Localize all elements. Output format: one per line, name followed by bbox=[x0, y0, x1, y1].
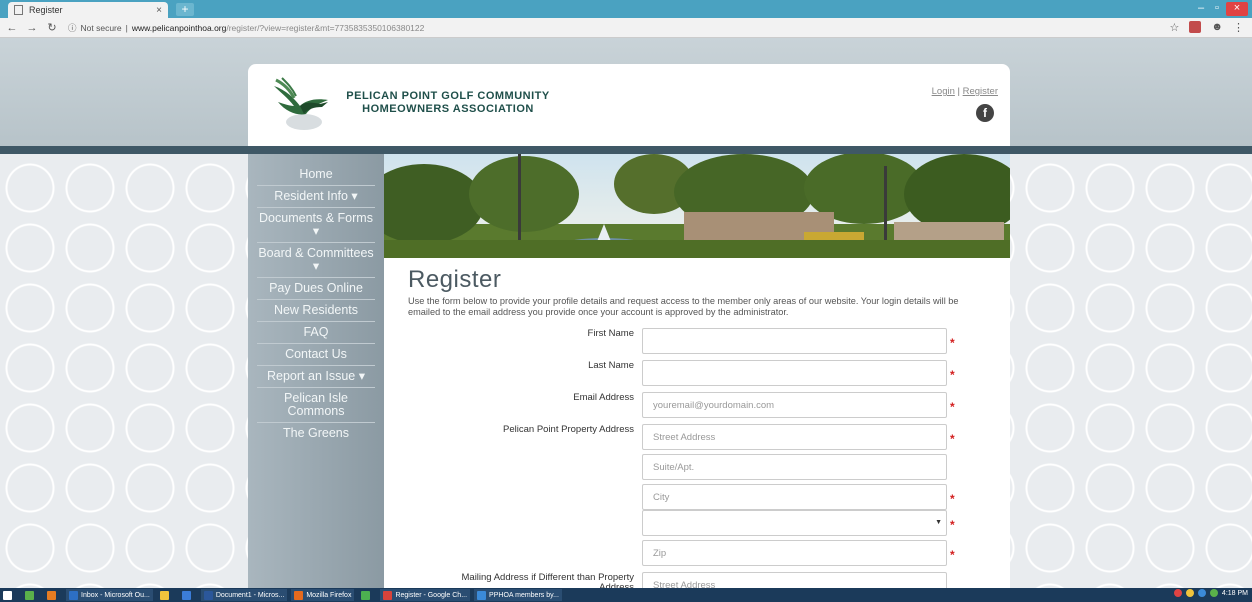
dropdown-caret-icon: ▼ bbox=[935, 519, 942, 526]
first-name-label: First Name bbox=[587, 328, 634, 339]
sidebar-item-documents-forms[interactable]: Documents & Forms ▾ bbox=[257, 208, 375, 243]
tray-icon[interactable] bbox=[1197, 589, 1206, 597]
page-icon bbox=[14, 5, 23, 15]
required-mark: * bbox=[950, 492, 955, 506]
reload-icon[interactable]: ↻ bbox=[44, 21, 60, 34]
bookmark-star-icon[interactable]: ☆ bbox=[1170, 21, 1180, 34]
required-mark: * bbox=[950, 432, 955, 446]
menu-icon[interactable]: ⋮ bbox=[1233, 21, 1244, 34]
required-mark: * bbox=[950, 400, 955, 414]
city-field[interactable] bbox=[642, 484, 947, 510]
sidebar-item-report-issue[interactable]: Report an Issue ▾ bbox=[257, 366, 375, 388]
last-name-label: Last Name bbox=[588, 360, 634, 371]
clock[interactable]: 4:18 PM bbox=[1222, 590, 1248, 597]
minimize-button[interactable]: – bbox=[1194, 2, 1208, 16]
state-row: ▼ * bbox=[384, 510, 1010, 536]
forward-arrow-icon[interactable]: → bbox=[24, 22, 40, 34]
sidebar-item-new-residents[interactable]: New Residents bbox=[257, 300, 375, 322]
taskbar-outlook[interactable]: Inbox - Microsoft Ou... bbox=[66, 589, 153, 601]
maximize-button[interactable]: ▫ bbox=[1210, 2, 1224, 16]
extension-icon[interactable] bbox=[1189, 21, 1202, 33]
sidebar-item-home[interactable]: Home bbox=[257, 164, 375, 186]
sidebar-item-contact-us[interactable]: Contact Us bbox=[257, 344, 375, 366]
last-name-field[interactable] bbox=[642, 360, 947, 386]
required-mark: * bbox=[950, 336, 955, 350]
browser-tab[interactable]: Register × bbox=[8, 2, 168, 18]
page-title: Register bbox=[408, 266, 502, 293]
intro-text: Use the form below to provide your profi… bbox=[408, 296, 959, 317]
taskbar-chrome-register[interactable]: Register - Google Ch... bbox=[380, 589, 471, 601]
sidebar-item-resident-info[interactable]: Resident Info ▾ bbox=[257, 186, 375, 208]
required-mark: * bbox=[950, 368, 955, 382]
property-street-row: Pelican Point Property Address * bbox=[384, 424, 1010, 450]
zip-field[interactable] bbox=[642, 540, 947, 566]
file-explorer-icon[interactable] bbox=[157, 589, 175, 601]
register-link[interactable]: Register bbox=[963, 86, 998, 97]
sidebar-nav: Home Resident Info ▾ Documents & Forms ▾… bbox=[248, 154, 384, 588]
header-divider bbox=[0, 146, 1252, 154]
tray-icon[interactable] bbox=[1185, 589, 1194, 597]
auth-links: Login | Register bbox=[931, 86, 998, 97]
main-content: Register Use the form below to provide y… bbox=[384, 154, 1010, 588]
state-select[interactable]: ▼ bbox=[642, 510, 947, 536]
url-domain: www.pelicanpointhoa.org bbox=[131, 22, 227, 33]
profile-icon[interactable]: ☻ bbox=[1211, 21, 1223, 34]
security-label: Not secure bbox=[80, 22, 122, 33]
facebook-icon[interactable]: f bbox=[976, 104, 994, 122]
taskview-icon[interactable] bbox=[44, 589, 62, 601]
cortana-icon[interactable] bbox=[22, 589, 40, 601]
close-window-button[interactable]: × bbox=[1226, 2, 1248, 16]
suite-apt-field[interactable] bbox=[642, 454, 947, 480]
url-path: /register/?view=register&mt=773583535010… bbox=[226, 22, 425, 33]
tab-title: Register bbox=[29, 5, 63, 15]
app-icon[interactable] bbox=[179, 589, 197, 601]
property-address-label: Pelican Point Property Address bbox=[503, 424, 634, 435]
email-row: Email Address * bbox=[384, 392, 1010, 418]
sidebar-item-faq[interactable]: FAQ bbox=[257, 322, 375, 344]
pelican-logo[interactable] bbox=[270, 76, 332, 132]
property-street-field[interactable] bbox=[642, 424, 947, 450]
community-banner-image bbox=[384, 154, 1010, 258]
tab-close-icon[interactable]: × bbox=[156, 5, 162, 16]
sidebar-item-board-committees[interactable]: Board & Committees ▾ bbox=[257, 243, 375, 278]
system-tray: 4:18 PM bbox=[1173, 589, 1248, 597]
site-name[interactable]: PELICAN POINT GOLF COMMUNITY HOMEOWNERS … bbox=[338, 90, 558, 116]
last-name-row: Last Name * bbox=[384, 360, 1010, 386]
address-bar[interactable]: ⓘ Not secure | www.pelicanpointhoa.org /… bbox=[68, 20, 1188, 36]
browser-titlebar: Register × + – ▫ × bbox=[0, 0, 1252, 18]
email-field[interactable] bbox=[642, 392, 947, 418]
email-label: Email Address bbox=[573, 392, 634, 403]
taskbar-firefox[interactable]: Mozilla Firefox bbox=[291, 589, 355, 601]
info-icon[interactable]: ⓘ bbox=[68, 22, 77, 34]
browser-toolbar: ← → ↻ ⓘ Not secure | www.pelicanpointhoa… bbox=[0, 18, 1252, 38]
first-name-field[interactable] bbox=[642, 328, 947, 354]
sidebar-item-pelican-isle-commons[interactable]: Pelican Isle Commons bbox=[257, 388, 375, 423]
tray-icon[interactable] bbox=[1209, 589, 1218, 597]
required-mark: * bbox=[950, 518, 955, 532]
first-name-row: First Name * bbox=[384, 328, 1010, 354]
taskbar-word[interactable]: Document1 - Micros... bbox=[200, 589, 288, 601]
web-page: PELICAN POINT GOLF COMMUNITY HOMEOWNERS … bbox=[0, 38, 1252, 588]
mailing-street-field[interactable] bbox=[642, 572, 947, 588]
start-icon[interactable] bbox=[0, 589, 18, 601]
sidebar-item-the-greens[interactable]: The Greens bbox=[257, 423, 375, 444]
site-header: PELICAN POINT GOLF COMMUNITY HOMEOWNERS … bbox=[248, 64, 1010, 146]
mailing-address-label: Mailing Address if Different than Proper… bbox=[461, 572, 635, 589]
tray-icon[interactable] bbox=[1173, 589, 1182, 597]
chrome-icon[interactable] bbox=[358, 589, 376, 601]
zip-row: * bbox=[384, 540, 1010, 566]
city-row: * bbox=[384, 484, 1010, 510]
windows-taskbar: Inbox - Microsoft Ou... Document1 - Micr… bbox=[0, 588, 1252, 602]
sidebar-item-pay-dues[interactable]: Pay Dues Online bbox=[257, 278, 375, 300]
login-link[interactable]: Login bbox=[932, 86, 955, 97]
required-mark: * bbox=[950, 548, 955, 562]
suite-row bbox=[384, 454, 1010, 480]
taskbar-pphoa[interactable]: PPHOA members by... bbox=[474, 589, 562, 601]
new-tab-button[interactable]: + bbox=[176, 3, 194, 16]
mailing-street-row: Mailing Address if Different than Proper… bbox=[384, 572, 1010, 588]
back-arrow-icon[interactable]: ← bbox=[4, 22, 20, 34]
